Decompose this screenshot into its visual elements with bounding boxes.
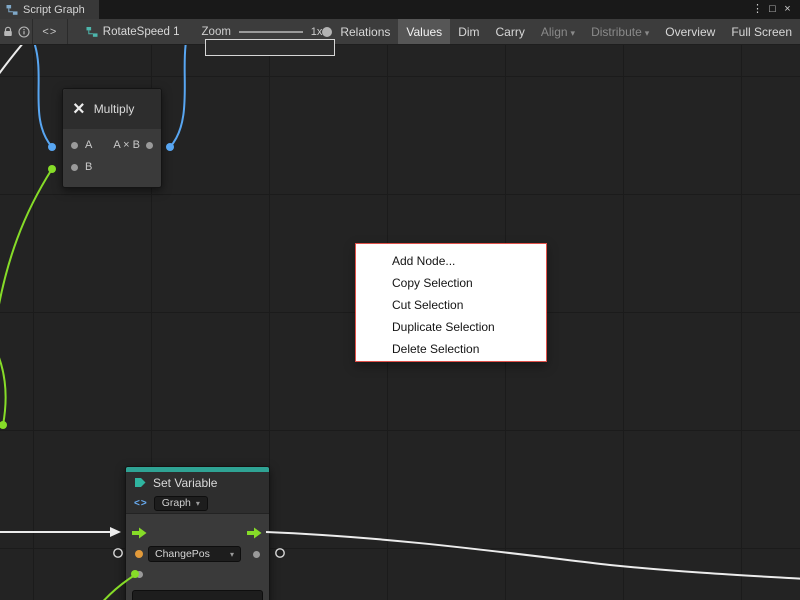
variable-name-dropdown[interactable]: ChangePos ▾ bbox=[148, 546, 241, 562]
multiply-node-body: A A × B B bbox=[63, 129, 161, 187]
tab-script-graph[interactable]: Script Graph bbox=[0, 0, 99, 19]
wire-endpoint-blue bbox=[48, 143, 56, 151]
window-menu-icon[interactable]: ⋮ bbox=[750, 0, 765, 19]
wire-endpoint-green bbox=[0, 421, 7, 429]
zoom-label: Zoom bbox=[202, 26, 231, 38]
toolbar-separator bbox=[67, 19, 68, 45]
full-screen-button-label: Full Screen bbox=[731, 25, 792, 39]
multiply-icon: × bbox=[73, 99, 85, 119]
multiply-node-header[interactable]: × Multiply bbox=[63, 89, 161, 129]
align-button-label: Align bbox=[541, 25, 568, 39]
chevron-down-icon: ▾ bbox=[230, 550, 234, 559]
code-icon: <> bbox=[42, 26, 57, 38]
code-view-toggle[interactable]: <> bbox=[33, 19, 68, 45]
value-output-port[interactable] bbox=[253, 551, 260, 558]
carry-button-label: Carry bbox=[496, 25, 525, 39]
zoom-slider-knob[interactable] bbox=[322, 27, 332, 37]
menu-item-cut-selection[interactable]: Cut Selection bbox=[356, 294, 546, 316]
distribute-button[interactable]: Distribute▾ bbox=[583, 19, 657, 45]
graph-title-field[interactable] bbox=[205, 39, 335, 56]
variable-name-label: ChangePos bbox=[155, 548, 210, 560]
wire-green-left[interactable] bbox=[0, 350, 6, 425]
node-title: Multiply bbox=[94, 102, 135, 116]
graph-canvas[interactable]: × Multiply A A × B B bbox=[0, 45, 800, 600]
close-icon[interactable]: × bbox=[780, 0, 795, 19]
port-row-b: B bbox=[63, 156, 161, 178]
relations-button[interactable]: Relations bbox=[332, 19, 398, 45]
graph-toolbar: <> RotateSpeed 1 Zoom 1x Relations Value… bbox=[0, 19, 800, 45]
dim-button[interactable]: Dim bbox=[450, 19, 487, 45]
full-screen-button[interactable]: Full Screen bbox=[723, 19, 800, 45]
wire-endpoint-green bbox=[131, 570, 139, 578]
script-graph-icon bbox=[6, 4, 18, 16]
distribute-button-label: Distribute bbox=[591, 25, 642, 39]
window-controls: ⋮ □ × bbox=[750, 0, 800, 19]
values-button-label: Values bbox=[406, 25, 442, 39]
align-button[interactable]: Align▾ bbox=[533, 19, 583, 45]
set-variable-body: ChangePos ▾ bbox=[126, 514, 269, 600]
wire-white-flow-out[interactable] bbox=[266, 532, 800, 579]
chevron-down-icon: ▾ bbox=[645, 28, 650, 38]
port-out-label: A × B bbox=[113, 139, 140, 151]
maximize-icon[interactable]: □ bbox=[765, 0, 780, 19]
wire-blue-input[interactable] bbox=[34, 45, 52, 147]
wire-white-top-left[interactable] bbox=[0, 45, 24, 78]
embedded-value-field[interactable] bbox=[132, 590, 263, 600]
zoom-value: 1x bbox=[311, 26, 323, 38]
code-icon: <> bbox=[134, 498, 148, 509]
flow-input-port[interactable] bbox=[132, 527, 147, 539]
chevron-down-icon: ▾ bbox=[571, 28, 576, 38]
input-port-a[interactable] bbox=[71, 142, 78, 149]
variable-kind-dropdown[interactable]: Graph ▾ bbox=[154, 496, 208, 511]
unconnected-port-circle-left[interactable] bbox=[114, 549, 122, 557]
node-set-variable[interactable]: Set Variable <> Graph ▾ ChangePos bbox=[125, 466, 270, 600]
overview-button-label: Overview bbox=[665, 25, 715, 39]
graph-breadcrumb[interactable]: RotateSpeed 1 bbox=[86, 26, 180, 38]
wire-green-b[interactable] bbox=[0, 169, 52, 321]
breadcrumb-label: RotateSpeed 1 bbox=[103, 26, 180, 38]
info-icon[interactable] bbox=[16, 19, 32, 45]
unity-script-graph-window: Script Graph ⋮ □ × <> bbox=[0, 0, 800, 600]
node-multiply[interactable]: × Multiply A A × B B bbox=[62, 88, 162, 188]
context-menu: Add Node... Copy Selection Cut Selection… bbox=[355, 243, 547, 362]
output-port[interactable] bbox=[146, 142, 153, 149]
zoom-slider-track bbox=[239, 31, 303, 33]
carry-button[interactable]: Carry bbox=[488, 19, 533, 45]
lock-icon[interactable] bbox=[0, 19, 16, 45]
port-a-label: A bbox=[85, 139, 92, 151]
menu-item-add-node[interactable]: Add Node... bbox=[356, 250, 546, 272]
set-variable-subheader: <> Graph ▾ bbox=[126, 493, 269, 514]
wire-endpoint-blue bbox=[166, 143, 174, 151]
tab-label: Script Graph bbox=[23, 4, 85, 16]
flow-output-port[interactable] bbox=[247, 527, 262, 539]
menu-item-delete-selection[interactable]: Delete Selection bbox=[356, 338, 546, 360]
unconnected-port-circle-right[interactable] bbox=[276, 549, 284, 557]
wire-endpoint-green bbox=[48, 165, 56, 173]
variable-kind-label: Graph bbox=[162, 497, 191, 509]
value-input-port[interactable] bbox=[135, 550, 143, 558]
wire-blue-output[interactable] bbox=[170, 45, 186, 147]
menu-item-duplicate-selection[interactable]: Duplicate Selection bbox=[356, 316, 546, 338]
dim-button-label: Dim bbox=[458, 25, 479, 39]
menu-item-copy-selection[interactable]: Copy Selection bbox=[356, 272, 546, 294]
set-variable-header[interactable]: Set Variable bbox=[126, 472, 269, 493]
window-titlebar: Script Graph ⋮ □ × bbox=[0, 0, 800, 19]
set-variable-icon bbox=[134, 477, 147, 488]
overview-button[interactable]: Overview bbox=[657, 19, 723, 45]
graph-asset-icon bbox=[86, 26, 98, 38]
port-b-label: B bbox=[85, 161, 92, 173]
info-icon-glyph bbox=[18, 26, 30, 38]
chevron-down-icon: ▾ bbox=[196, 499, 200, 508]
port-row-a: A A × B bbox=[63, 134, 161, 156]
values-button[interactable]: Values bbox=[398, 19, 450, 45]
relations-button-label: Relations bbox=[340, 25, 390, 39]
input-port-b[interactable] bbox=[71, 164, 78, 171]
wire-arrow-endpoint bbox=[110, 527, 121, 537]
lock-icon-glyph bbox=[2, 26, 14, 38]
node-title: Set Variable bbox=[153, 476, 217, 490]
